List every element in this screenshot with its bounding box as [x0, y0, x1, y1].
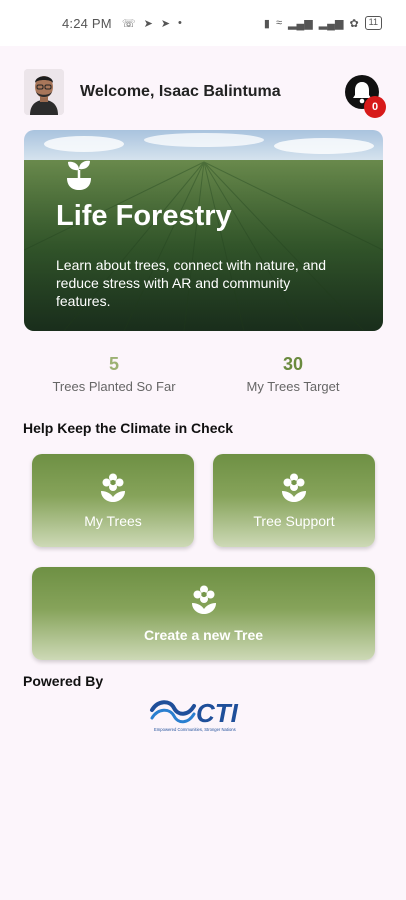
battery-icon: 11 — [364, 16, 382, 30]
banner-description: Learn about trees, connect with nature, … — [56, 257, 327, 309]
status-time: 4:24 PM — [62, 15, 112, 31]
avatar[interactable] — [24, 69, 64, 115]
telegram-icon: ➤ — [160, 17, 171, 30]
life-forestry-banner[interactable]: Life Forestry Learn about trees, connect… — [24, 130, 383, 331]
flower-icon — [282, 473, 306, 502]
section-title: Help Keep the Climate in Check — [23, 420, 234, 436]
trees-target-value: 30 — [282, 354, 304, 374]
create-tree-label: Create a new Tree — [143, 626, 264, 643]
cti-logo: CTI Empowered Communities, Stronger Nati… — [148, 694, 258, 734]
vibrate-icon: ▮ — [263, 17, 270, 30]
notification-badge: 0 — [364, 96, 386, 118]
banner-title: Life Forestry — [56, 200, 232, 232]
tree-support-button[interactable]: Tree Support — [213, 454, 375, 547]
status-bar: 4:24 PM ☏ ➤ ➤ • ▮ ≈ ▂▄▆ ▂▄▆ ✿ 11 — [0, 0, 406, 46]
logo-wordmark: CTI — [196, 698, 239, 728]
my-trees-button[interactable]: My Trees — [32, 454, 194, 547]
whatsapp-icon: ☏ — [121, 17, 136, 30]
header: Welcome, Isaac Balintuma 0 — [24, 68, 386, 118]
powered-by-label: Powered By — [23, 673, 104, 689]
flower-icon — [191, 585, 216, 614]
telegram-icon: ➤ — [143, 17, 153, 30]
tree-stats: 5 Trees Planted So Far 30 My Trees Targe… — [24, 354, 383, 398]
my-trees-label: My Trees — [84, 512, 142, 529]
signal-icon: ▂▄▆ — [288, 17, 313, 30]
notification-button[interactable]: 0 — [344, 74, 386, 118]
wifi-icon: ≈ — [275, 17, 282, 29]
trees-planted-stat: 5 Trees Planted So Far — [29, 354, 199, 394]
create-tree-button[interactable]: Create a new Tree — [32, 567, 375, 660]
app-screen: Welcome, Isaac Balintuma 0 Life Forestry… — [0, 46, 406, 900]
trees-planted-value: 5 — [108, 354, 119, 374]
trees-planted-label: Trees Planted So Far — [52, 379, 176, 394]
trees-target-label: My Trees Target — [246, 379, 340, 394]
signal-icon: ▂▄▆ — [318, 17, 344, 30]
battery-saver-icon: ✿ — [349, 17, 359, 30]
dot-icon: • — [178, 17, 182, 29]
sprout-icon — [67, 160, 91, 190]
welcome-text: Welcome, Isaac Balintuma — [80, 83, 281, 100]
logo-tagline: Empowered Communities, Stronger Nations — [154, 727, 236, 732]
trees-target-stat: 30 My Trees Target — [208, 354, 378, 394]
flower-icon — [101, 473, 125, 502]
tree-support-label: Tree Support — [253, 512, 335, 529]
